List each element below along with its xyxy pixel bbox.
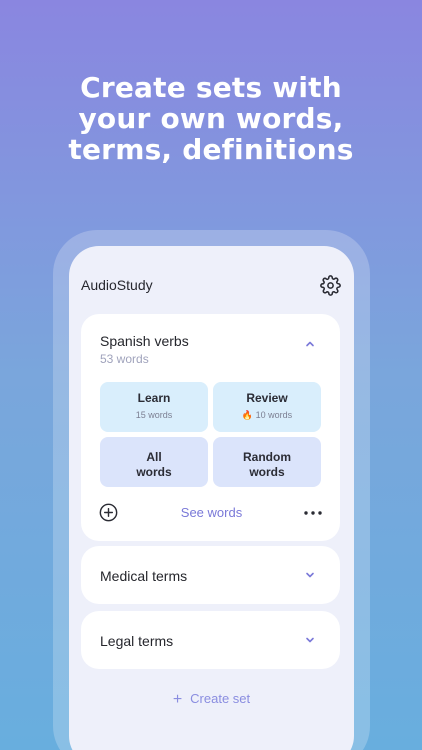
chevron-down-icon[interactable] [303,633,317,647]
app-title: AudioStudy [81,277,153,293]
learn-count: 15 words [135,410,173,420]
review-label: Review [246,391,288,405]
set-word-count: 53 words [100,352,149,366]
random-words-label-2: words [249,465,285,479]
review-count: 🔥 10 words [241,410,293,420]
headline-line-3: terms, definitions [68,133,354,166]
all-words-label-1: All [146,450,162,464]
all-words-tile[interactable]: All words [100,437,208,487]
headline-line-1: Create sets with [80,71,342,104]
more-options-icon[interactable] [303,510,323,516]
chevron-down-icon[interactable] [303,568,317,582]
chevron-up-icon[interactable] [303,337,317,351]
set-card-legal-terms[interactable]: Legal terms [81,611,340,669]
set-card-spanish-verbs: Spanish verbs 53 words Learn 15 words Re… [81,314,340,541]
random-words-label-1: Random [243,450,291,464]
see-words-label: See words [180,505,243,520]
set-card-medical-terms[interactable]: Medical terms [81,546,340,604]
random-words-tile[interactable]: Random words [213,437,321,487]
see-words-link[interactable]: See words [81,505,340,520]
review-tile[interactable]: Review 🔥 10 words [213,382,321,432]
learn-label: Learn [137,391,171,405]
headline: Create sets with your own words, terms, … [0,72,422,165]
set-title: Legal terms [100,633,174,649]
set-title: Medical terms [100,568,188,584]
learn-tile[interactable]: Learn 15 words [100,382,208,432]
gear-icon[interactable] [320,275,341,296]
headline-line-2: your own words, [78,102,344,135]
all-words-label-2: words [136,465,172,479]
plus-icon: + [172,691,183,708]
create-set-label: Create set [190,691,251,706]
create-set-button[interactable]: + Create set [69,690,354,708]
set-title: Spanish verbs [100,333,189,349]
phone-screen: AudioStudy Spanish verbs 53 words Learn … [69,246,354,750]
